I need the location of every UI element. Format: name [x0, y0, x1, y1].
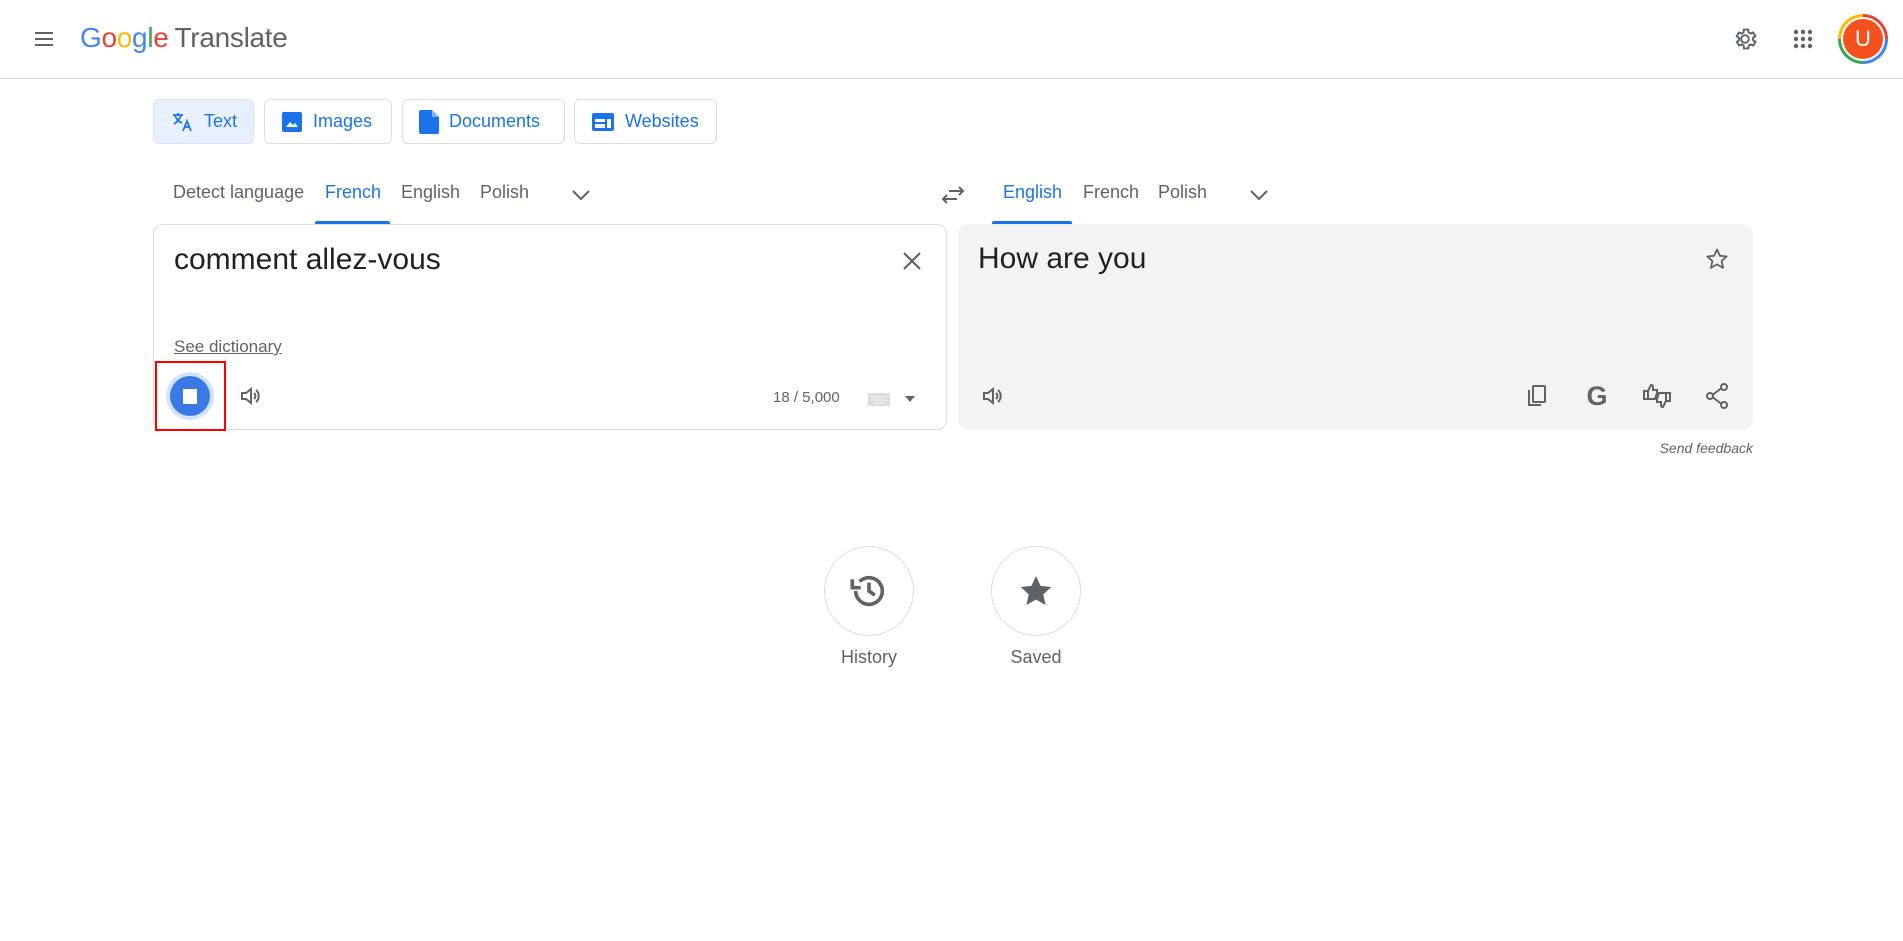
settings-gear-icon[interactable]	[1728, 22, 1762, 56]
tab-images-label: Images	[313, 111, 373, 131]
tab-text[interactable]: Text	[153, 99, 254, 144]
document-icon	[419, 109, 439, 134]
main-menu-icon[interactable]	[28, 23, 60, 55]
target-lang-polish[interactable]: Polish	[1158, 182, 1207, 203]
tab-text-label: Text	[203, 111, 237, 131]
source-lang-english[interactable]: English	[401, 182, 460, 203]
top-bar: Google Translate U	[0, 0, 1903, 79]
keyboard-icon[interactable]	[866, 389, 892, 409]
send-feedback-link[interactable]: Send feedback	[1660, 440, 1753, 456]
see-dictionary-link[interactable]: See dictionary	[174, 337, 282, 357]
target-listen-speaker-icon[interactable]	[976, 379, 1010, 413]
history-icon	[850, 575, 885, 607]
source-more-languages-chevron-icon[interactable]	[566, 180, 596, 210]
source-listen-speaker-icon[interactable]	[234, 379, 268, 413]
tab-documents-label: Documents	[449, 111, 541, 131]
tab-images[interactable]: Images	[264, 99, 392, 144]
swap-languages-icon[interactable]	[936, 178, 970, 212]
source-lang-french[interactable]: French	[325, 182, 381, 203]
character-count: 18 / 5,000	[773, 389, 840, 406]
highlight-box	[155, 361, 226, 431]
translate-icon	[172, 112, 192, 131]
source-text-panel: comment allez-vous See dictionary 18 / 5…	[153, 224, 947, 431]
rate-translation-thumbs-icon[interactable]	[1640, 379, 1674, 413]
target-lang-french[interactable]: French	[1083, 182, 1139, 203]
saved-button[interactable]	[991, 546, 1081, 636]
target-lang-english[interactable]: English	[1003, 182, 1062, 203]
avatar-initial: U	[1843, 19, 1883, 59]
save-translation-star-icon[interactable]	[1700, 242, 1734, 276]
translation-panel: How are you G	[958, 224, 1753, 430]
image-icon	[282, 111, 302, 132]
account-avatar[interactable]: U	[1838, 14, 1888, 64]
google-search-g-icon[interactable]: G	[1580, 379, 1614, 413]
saved-label: Saved	[1010, 647, 1062, 667]
tab-websites-label: Websites	[625, 111, 699, 131]
history-label: History	[840, 647, 897, 667]
translation-text: How are you	[978, 242, 1147, 275]
history-button[interactable]	[824, 546, 914, 636]
target-more-languages-chevron-icon[interactable]	[1244, 180, 1274, 210]
source-text-input[interactable]: comment allez-vous	[174, 243, 441, 277]
saved-star-icon	[1020, 575, 1052, 606]
google-apps-icon[interactable]	[1786, 22, 1820, 56]
google-translate-logo[interactable]: Google Translate	[80, 22, 288, 54]
share-translation-icon[interactable]	[1700, 379, 1734, 413]
clear-text-close-icon[interactable]	[894, 243, 930, 279]
tab-websites[interactable]: Websites	[574, 99, 717, 144]
website-icon	[592, 112, 614, 131]
input-tools-dropdown-icon[interactable]	[902, 389, 918, 409]
source-lang-detect[interactable]: Detect language	[173, 182, 304, 203]
tab-documents[interactable]: Documents	[402, 99, 565, 144]
source-lang-polish[interactable]: Polish	[480, 182, 529, 203]
copy-translation-icon[interactable]	[1520, 379, 1554, 413]
